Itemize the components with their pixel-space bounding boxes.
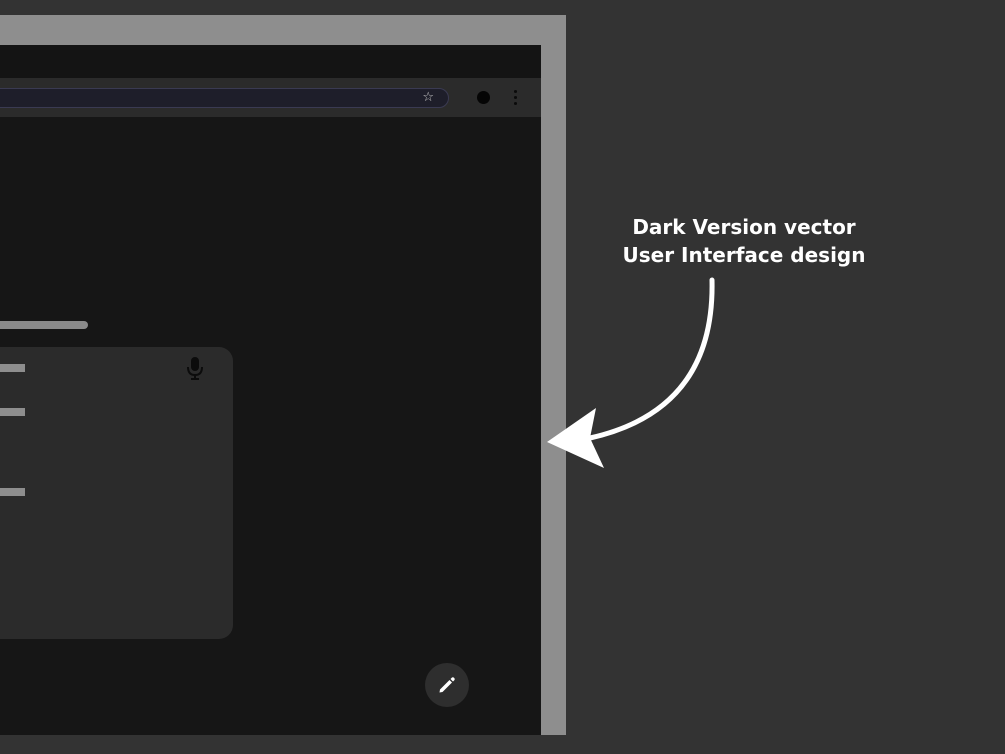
annotation-line-1: Dark Version vector <box>632 215 856 239</box>
microphone-icon[interactable] <box>186 357 204 381</box>
search-placeholder-line[interactable] <box>0 321 88 329</box>
browser-screen: ☆ <box>0 45 541 735</box>
suggestion-placeholder-line[interactable] <box>0 488 25 496</box>
tab-strip <box>0 45 541 78</box>
annotation-caption: Dark Version vector User Interface desig… <box>600 213 888 269</box>
pointer-arrow <box>547 277 715 468</box>
suggestion-placeholder-line[interactable] <box>0 364 25 372</box>
more-vert-icon[interactable] <box>510 88 522 108</box>
annotation-line-2: User Interface design <box>622 243 866 267</box>
pencil-icon <box>439 677 455 693</box>
profile-avatar-icon[interactable] <box>477 91 490 104</box>
star-icon[interactable]: ☆ <box>422 90 434 106</box>
edit-fab-button[interactable] <box>425 663 469 707</box>
address-bar[interactable]: ☆ <box>0 88 449 108</box>
browser-toolbar: ☆ <box>0 78 541 117</box>
suggestion-placeholder-line[interactable] <box>0 408 25 416</box>
device-frame: ☆ <box>0 15 566 735</box>
search-suggestions-card <box>0 347 233 639</box>
